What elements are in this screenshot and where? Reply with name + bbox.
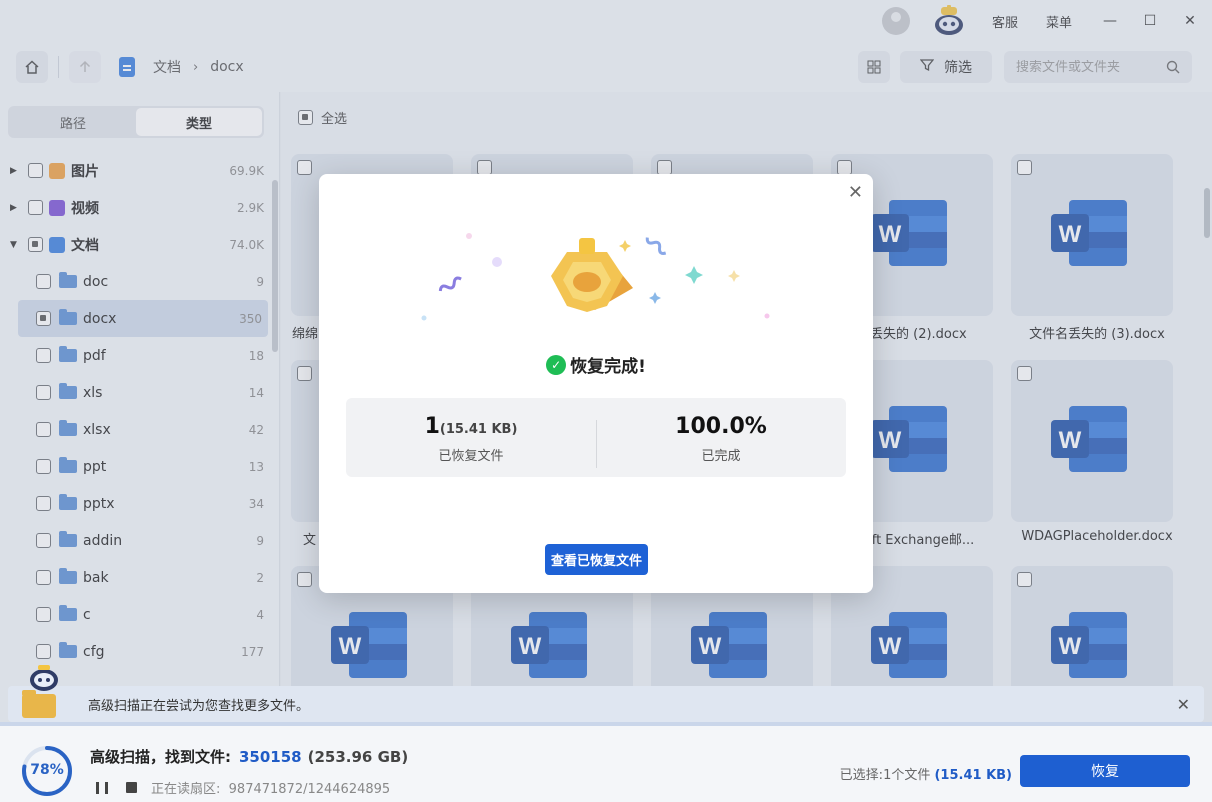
notice-close-button[interactable]: ✕ [1177, 695, 1190, 714]
found-count: 350158 [239, 748, 302, 766]
trophy-badge-icon [421, 233, 770, 321]
progress-percent: 78% [30, 762, 64, 778]
selection-info: 已选择:1个文件 (15.41 KB) [839, 768, 1012, 783]
view-recovered-files-button[interactable]: 查看已恢复文件 [545, 544, 648, 575]
completion-percent: 100.0% [675, 414, 767, 439]
success-check-icon: ✓ [546, 354, 567, 375]
dialog-title-text: 恢复完成! [570, 357, 646, 377]
recovery-complete-dialog: ✕ ✓ 恢复完成! 1(15.41 KB) 已恢复文件 100.0% 已完成 查… [319, 174, 873, 593]
recovered-size: (15.41 KB) [439, 422, 518, 437]
completion-stat: 100.0% 已完成 [596, 398, 846, 477]
scan-summary: 高级扫描，找到文件: 350158 (253.96 GB) [90, 746, 408, 767]
scan-controls: 正在读扇区: 987471872/1244624895 [96, 778, 390, 797]
found-size: (253.96 GB) [307, 748, 409, 766]
scan-label: 高级扫描，找到文件: [90, 748, 231, 766]
dialog-close-button[interactable]: ✕ [848, 182, 863, 203]
notice-text: 高级扫描正在尝试为您查找更多文件。 [88, 698, 310, 714]
mascot-folder-icon [22, 665, 58, 718]
recovered-count: 1 [424, 414, 440, 439]
completion-label: 已完成 [701, 449, 741, 464]
dialog-title: ✓ 恢复完成! [319, 352, 873, 377]
reading-sector: 正在读扇区: 987471872/1244624895 [151, 782, 391, 797]
stop-icon[interactable] [126, 782, 137, 793]
recover-button[interactable]: 恢复 [1020, 755, 1190, 787]
scan-notice: 高级扫描正在尝试为您查找更多文件。 ✕ [8, 665, 1204, 722]
pause-icon[interactable] [96, 782, 108, 794]
recovered-label: 已恢复文件 [438, 449, 504, 464]
recovered-files-stat: 1(15.41 KB) 已恢复文件 [346, 398, 596, 477]
recovery-stats: 1(15.41 KB) 已恢复文件 100.0% 已完成 [346, 398, 846, 477]
status-bar: 78% 高级扫描，找到文件: 350158 (253.96 GB) 正在读扇区: 9… [0, 722, 1212, 802]
